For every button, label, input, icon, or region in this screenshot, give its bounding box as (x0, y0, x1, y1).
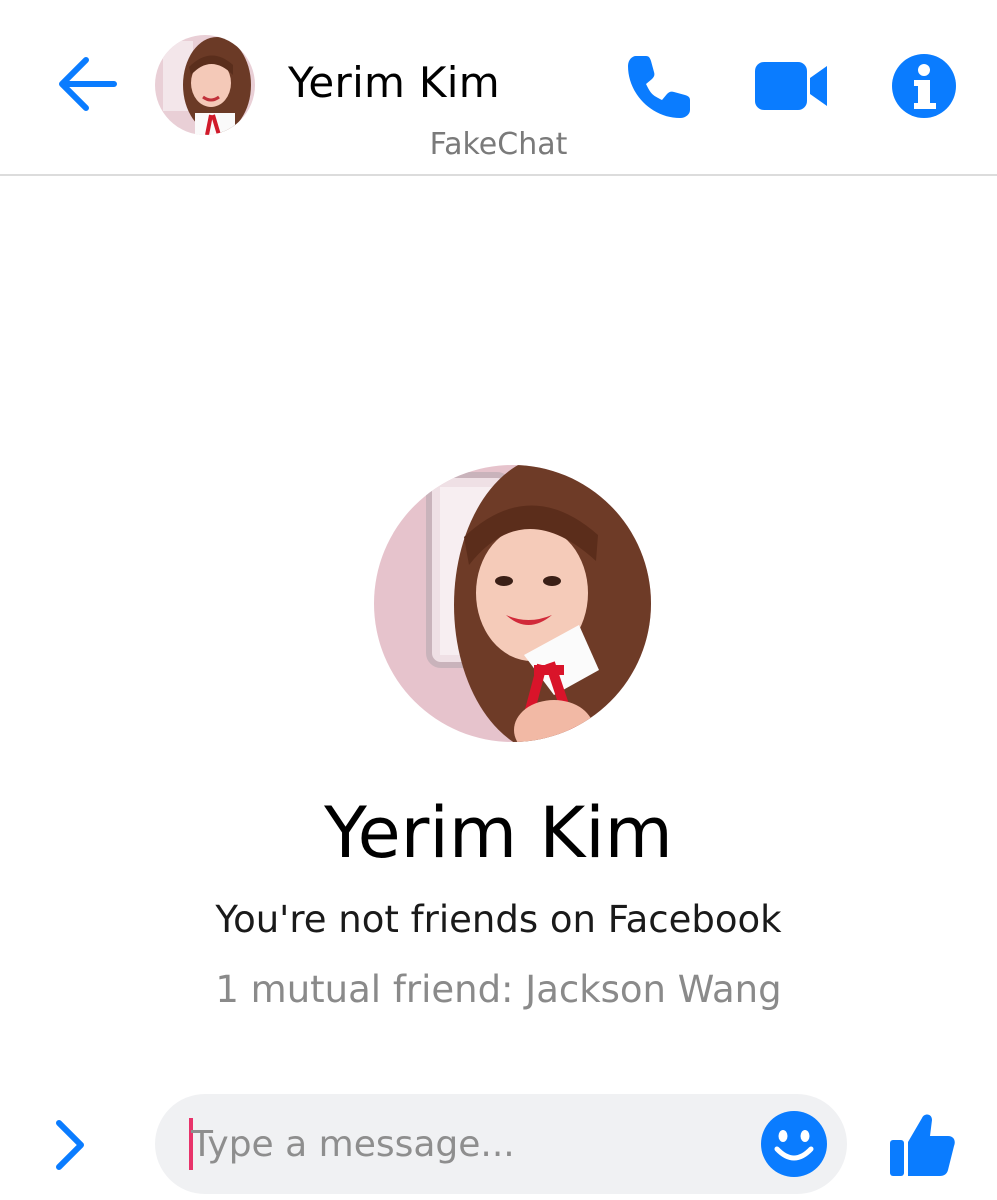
message-input[interactable] (191, 1112, 751, 1176)
friend-status-text: You're not friends on Facebook (215, 898, 782, 941)
contact-name[interactable]: Yerim Kim (288, 58, 500, 107)
mutual-friends-text[interactable]: 1 mutual friend: Jackson Wang (0, 968, 997, 1011)
profile-photo[interactable] (374, 465, 651, 742)
message-composer[interactable] (155, 1094, 847, 1194)
profile-name: Yerim Kim (324, 792, 673, 874)
chevron-right-icon[interactable] (45, 1115, 95, 1175)
video-camera-icon[interactable] (752, 56, 830, 116)
smiley-icon[interactable] (759, 1109, 829, 1179)
phone-icon[interactable] (622, 50, 696, 124)
avatar[interactable] (155, 35, 255, 135)
thumbs-up-icon[interactable] (886, 1108, 958, 1180)
chat-header: Yerim Kim FakeChat (0, 0, 997, 176)
chat-subtitle: FakeChat (429, 127, 568, 162)
info-icon[interactable] (890, 52, 958, 120)
back-arrow-icon[interactable] (52, 48, 122, 118)
